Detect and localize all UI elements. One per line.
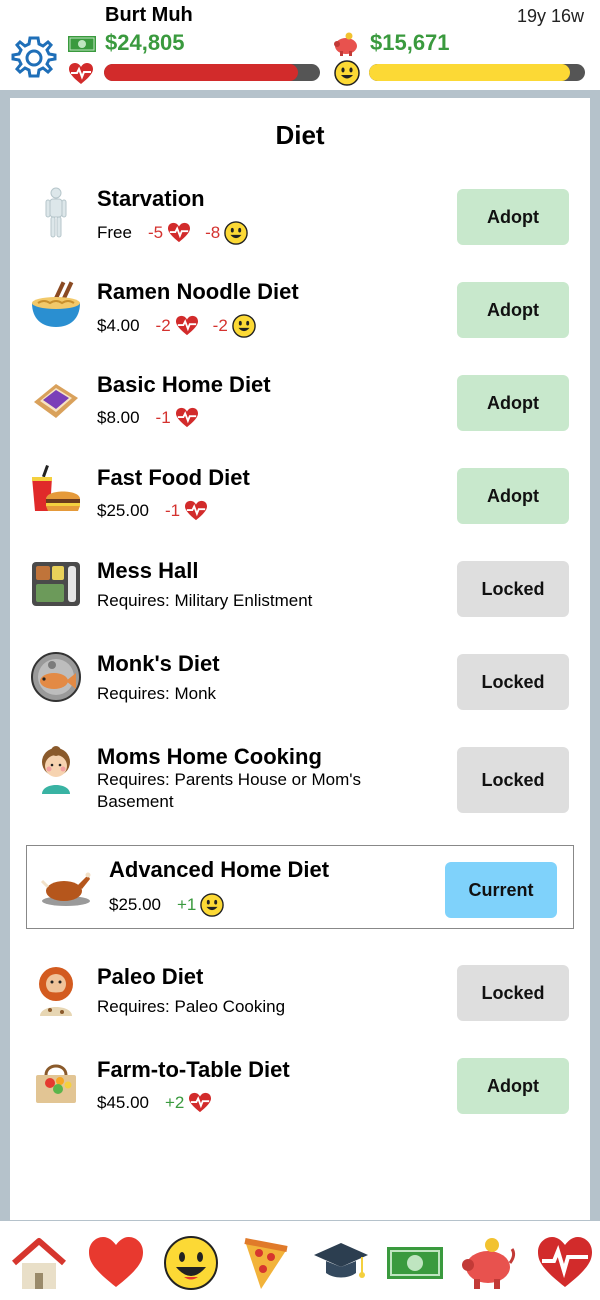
health-effect: +2 bbox=[165, 1093, 185, 1112]
diet-requirement: Requires: Monk bbox=[97, 684, 217, 703]
roast-chicken-icon bbox=[40, 872, 91, 906]
adopt-button[interactable]: Adopt bbox=[457, 375, 569, 431]
diet-stats: $45.00 +2 bbox=[97, 1092, 226, 1114]
diet-name: Mess Hall bbox=[97, 558, 199, 583]
current-button[interactable]: Current bbox=[445, 862, 557, 918]
fish-plate-icon bbox=[31, 652, 81, 702]
diet-requirement: Requires: Military Enlistment bbox=[97, 591, 313, 610]
diet-price: Free bbox=[97, 223, 132, 242]
diet-row-advanced-home: Advanced Home Diet $25.00 +1 Current bbox=[0, 853, 600, 933]
player-age: 19y 16w bbox=[516, 6, 584, 26]
diet-row-basic-home: Basic Home Diet $8.00 -1 Adopt bbox=[0, 366, 600, 446]
happiness-effect: -8 bbox=[205, 223, 221, 242]
diet-row-starvation: Starvation Free -5 -8 Adopt bbox=[0, 180, 600, 260]
smiley-icon bbox=[200, 893, 225, 917]
player-name: Burt Muh bbox=[105, 4, 193, 26]
happiness-effect: +1 bbox=[177, 895, 197, 914]
heart-pulse-icon bbox=[189, 1092, 212, 1113]
happiness-bar bbox=[369, 64, 585, 81]
smiley-icon bbox=[224, 221, 248, 245]
diet-stats: $8.00 -1 bbox=[97, 407, 213, 429]
mom-icon bbox=[42, 746, 70, 794]
home-icon[interactable] bbox=[10, 1235, 68, 1291]
burger-soda-icon bbox=[32, 465, 80, 511]
diet-stats: $25.00 +1 bbox=[109, 893, 238, 917]
diet-name: Fast Food Diet bbox=[97, 465, 250, 490]
diet-price: $25.00 bbox=[97, 501, 149, 520]
status-header: Burt Muh 19y 16w $24,805 $15,671 bbox=[0, 0, 600, 90]
heart-pulse-icon bbox=[168, 222, 191, 243]
diet-price: $4.00 bbox=[97, 316, 140, 335]
diet-stats: $4.00 -2 -2 bbox=[97, 314, 270, 338]
toast-jam-icon bbox=[34, 384, 78, 418]
diet-row-farm-to-table: Farm-to-Table Diet $45.00 +2 Adopt bbox=[0, 1051, 600, 1131]
adopt-button[interactable]: Adopt bbox=[457, 1058, 569, 1114]
cash-icon bbox=[68, 36, 96, 52]
gear-icon[interactable] bbox=[10, 34, 58, 82]
health-pulse-icon[interactable] bbox=[536, 1235, 594, 1291]
diet-row-moms-cooking: Moms Home Cooking Requires: Parents Hous… bbox=[0, 738, 600, 818]
piggy-bank-icon[interactable] bbox=[460, 1235, 518, 1291]
piggy-bank-icon bbox=[334, 32, 357, 56]
locked-button[interactable]: Locked bbox=[457, 747, 569, 813]
diet-name: Moms Home Cooking bbox=[97, 744, 322, 769]
health-effect: -5 bbox=[147, 223, 164, 242]
health-effect: -1 bbox=[155, 408, 171, 427]
bottom-nav bbox=[0, 1220, 600, 1300]
smiley-icon[interactable] bbox=[162, 1235, 220, 1291]
heart-pulse-icon bbox=[175, 315, 198, 336]
diet-name: Advanced Home Diet bbox=[109, 857, 330, 882]
diet-stats: Free -5 -8 bbox=[97, 221, 262, 245]
health-effect: -1 bbox=[165, 501, 181, 520]
locked-button[interactable]: Locked bbox=[457, 561, 569, 617]
health-effect: -2 bbox=[155, 316, 171, 335]
diet-name: Starvation bbox=[97, 186, 205, 211]
produce-basket-icon bbox=[36, 1064, 76, 1103]
meal-tray-icon bbox=[32, 562, 80, 606]
happiness-bar-fill bbox=[369, 64, 570, 81]
adopt-button[interactable]: Adopt bbox=[457, 189, 569, 245]
cash-value: $24,805 bbox=[105, 30, 185, 55]
diet-row-fast-food: Fast Food Diet $25.00 -1 Adopt bbox=[0, 459, 600, 539]
diet-name: Basic Home Diet bbox=[97, 372, 271, 397]
page-title: Diet bbox=[275, 120, 325, 150]
diet-requirement: Requires: Parents House or Mom's Basemen… bbox=[97, 770, 362, 811]
ramen-bowl-icon bbox=[32, 281, 80, 327]
heart-pulse-icon bbox=[175, 407, 198, 428]
heart-pulse-icon bbox=[185, 500, 208, 521]
diet-stats: $25.00 -1 bbox=[97, 500, 222, 522]
skeleton-icon bbox=[45, 187, 67, 238]
diet-row-monk: Monk's Diet Requires: Monk Locked bbox=[0, 645, 600, 725]
diet-price: $8.00 bbox=[97, 408, 140, 427]
caveman-icon bbox=[39, 967, 73, 1016]
adopt-button[interactable]: Adopt bbox=[457, 468, 569, 524]
smiley-icon bbox=[334, 60, 360, 86]
smiley-icon bbox=[232, 314, 256, 338]
diet-name: Monk's Diet bbox=[97, 651, 220, 676]
savings-value: $15,671 bbox=[370, 30, 450, 55]
happiness-effect: -2 bbox=[212, 316, 228, 335]
money-icon[interactable] bbox=[386, 1235, 444, 1291]
heart-icon[interactable] bbox=[87, 1235, 145, 1291]
diet-requirement: Requires: Paleo Cooking bbox=[97, 997, 286, 1016]
diet-row-mess-hall: Mess Hall Requires: Military Enlistment … bbox=[0, 552, 600, 632]
diet-price: $25.00 bbox=[109, 895, 161, 914]
diet-name: Ramen Noodle Diet bbox=[97, 279, 299, 304]
locked-button[interactable]: Locked bbox=[457, 654, 569, 710]
diet-row-paleo: Paleo Diet Requires: Paleo Cooking Locke… bbox=[0, 958, 600, 1038]
graduation-cap-icon[interactable] bbox=[312, 1235, 370, 1291]
adopt-button[interactable]: Adopt bbox=[457, 282, 569, 338]
heart-pulse-icon bbox=[69, 63, 93, 84]
locked-button[interactable]: Locked bbox=[457, 965, 569, 1021]
diet-price: $45.00 bbox=[97, 1093, 149, 1112]
health-bar-fill bbox=[104, 64, 299, 81]
pizza-icon[interactable] bbox=[237, 1235, 295, 1291]
diet-row-ramen: Ramen Noodle Diet $4.00 -2 -2 Adopt bbox=[0, 273, 600, 353]
diet-name: Farm-to-Table Diet bbox=[97, 1057, 290, 1082]
health-bar bbox=[104, 64, 320, 81]
diet-name: Paleo Diet bbox=[97, 964, 204, 989]
